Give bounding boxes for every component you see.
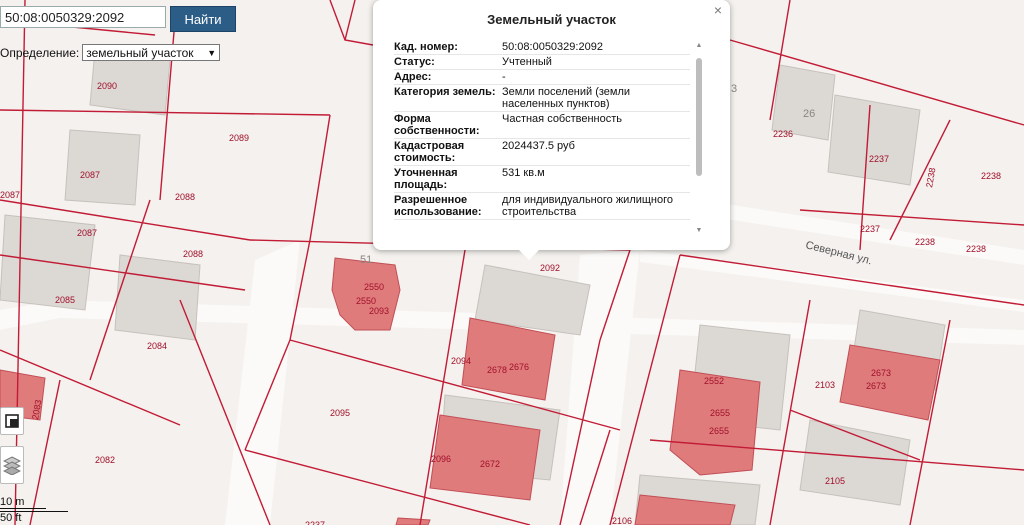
parcel-label[interactable]: 2673: [866, 381, 886, 391]
popup-title: Земельный участок: [487, 12, 616, 27]
layers-icon: [3, 456, 21, 475]
parcel-label[interactable]: 2103: [815, 380, 835, 390]
house-number: 3: [731, 83, 737, 95]
parcel-label[interactable]: 2094: [451, 356, 471, 366]
search-input[interactable]: [0, 6, 166, 28]
attr-row: Уточненная площадь: 531 кв.м: [394, 166, 690, 193]
parcel-label[interactable]: 2092: [540, 263, 560, 273]
parcel-label[interactable]: 2083: [30, 399, 43, 420]
attr-value: Земли поселений (земли населенных пункто…: [502, 86, 631, 110]
attr-row: Адрес: -: [394, 70, 690, 85]
attr-value: -: [502, 71, 506, 83]
scroll-up-icon[interactable]: ▲: [695, 42, 703, 49]
parcel-label[interactable]: 2237: [860, 224, 880, 234]
parcel-label[interactable]: 2673: [871, 368, 891, 378]
parcel-label[interactable]: 2238: [924, 167, 937, 188]
fullscreen-icon: [5, 414, 19, 428]
parcel-label[interactable]: 2090: [97, 81, 117, 91]
parcel-label[interactable]: 2550: [364, 282, 384, 292]
parcel-label[interactable]: 2238: [966, 244, 986, 254]
parcel-label[interactable]: 2087: [77, 228, 97, 238]
parcel-label[interactable]: 2672: [480, 459, 500, 469]
popup-scrollbar[interactable]: ▲ ▼: [695, 42, 703, 234]
popup-attributes: Кад. номер: 50:08:0050329:2092 Статус: Учт…: [394, 40, 690, 236]
parcel-label[interactable]: 2655: [710, 408, 730, 418]
house-number: 51: [360, 254, 372, 266]
parcel-label[interactable]: 2237: [869, 154, 889, 164]
definition-row: Определение: земельный участок ▼: [0, 44, 221, 61]
parcel-label[interactable]: 2106: [612, 516, 632, 525]
attr-row: Разрешенное использование: для индивидуал…: [394, 193, 690, 220]
definition-select[interactable]: земельный участок ▼: [82, 44, 221, 61]
search-bar: Найти: [0, 6, 236, 32]
chevron-down-icon: ▼: [207, 47, 217, 58]
attr-value: Частная собственность: [502, 113, 623, 125]
parcel-label[interactable]: 2655: [709, 426, 729, 436]
parcel-label[interactable]: 2088: [183, 249, 203, 259]
scale-metric: 10 m: [0, 496, 46, 509]
close-icon[interactable]: ×: [714, 2, 722, 18]
attr-key: Категория земель:: [394, 86, 496, 98]
parcel-label[interactable]: 2678: [487, 365, 507, 375]
street-label: Северная ул.: [804, 239, 873, 267]
parcel-info-popup: Земельный участок × Кад. номер: 50:08:005…: [373, 0, 730, 260]
parcel-label[interactable]: 2238: [981, 171, 1001, 181]
parcel-label[interactable]: 2089: [229, 133, 249, 143]
parcel-label[interactable]: 2087: [0, 190, 20, 200]
parcel-label[interactable]: 2237: [305, 520, 325, 525]
parcel-label[interactable]: 2550: [356, 296, 376, 306]
parcel-label[interactable]: 2236: [773, 129, 793, 139]
layers-button[interactable]: [0, 446, 24, 484]
scroll-thumb[interactable]: [696, 58, 702, 176]
attr-key: Разрешенное использование:: [394, 194, 482, 218]
house-number: 26: [803, 108, 815, 120]
attr-row: Кадастровая стоимость: 2024437.5 руб: [394, 139, 690, 166]
parcel-label[interactable]: 2676: [509, 362, 529, 372]
attr-value: 50:08:0050329:2092: [502, 41, 603, 53]
parcel-label[interactable]: 2552: [704, 376, 724, 386]
attr-row: Категория земель: Земли поселений (земли …: [394, 85, 690, 112]
attr-key: Кадастровая стоимость:: [394, 140, 465, 164]
attr-row: Статус: Учтенный: [394, 55, 690, 70]
fullscreen-button[interactable]: [0, 407, 24, 435]
scale-imperial: 50 ft: [0, 511, 68, 524]
attr-key: Адрес:: [394, 71, 432, 83]
parcel-label[interactable]: 2238: [915, 237, 935, 247]
parcel-label[interactable]: 2093: [369, 306, 389, 316]
parcel-label[interactable]: 2087: [80, 170, 100, 180]
attr-value: Учтенный: [502, 56, 552, 68]
attr-value: для индивидуального жилищного строительс…: [502, 194, 674, 218]
attr-key: Статус:: [394, 56, 435, 68]
parcel-label[interactable]: 2088: [175, 192, 195, 202]
parcel-label[interactable]: 2085: [55, 295, 75, 305]
attr-key: Форма собственности:: [394, 113, 480, 137]
parcel-label[interactable]: 2105: [825, 476, 845, 486]
attr-row: Форма собственности: Частная собственност…: [394, 112, 690, 139]
attr-key: Уточненная площадь:: [394, 167, 458, 191]
scroll-down-icon[interactable]: ▼: [695, 227, 703, 234]
parcel-label[interactable]: 2095: [330, 408, 350, 418]
parcel-label[interactable]: 2084: [147, 341, 167, 351]
attr-value: 2024437.5 руб: [502, 140, 575, 152]
search-button[interactable]: Найти: [170, 6, 236, 32]
parcel-label[interactable]: 2082: [95, 455, 115, 465]
attr-value: 531 кв.м: [502, 167, 545, 179]
definition-label: Определение:: [0, 45, 80, 60]
definition-select-value: земельный участок: [86, 45, 194, 60]
attr-row: Кад. номер: 50:08:0050329:2092: [394, 40, 690, 55]
parcel-label[interactable]: 2096: [431, 454, 451, 464]
attr-key: Кад. номер:: [394, 41, 458, 53]
